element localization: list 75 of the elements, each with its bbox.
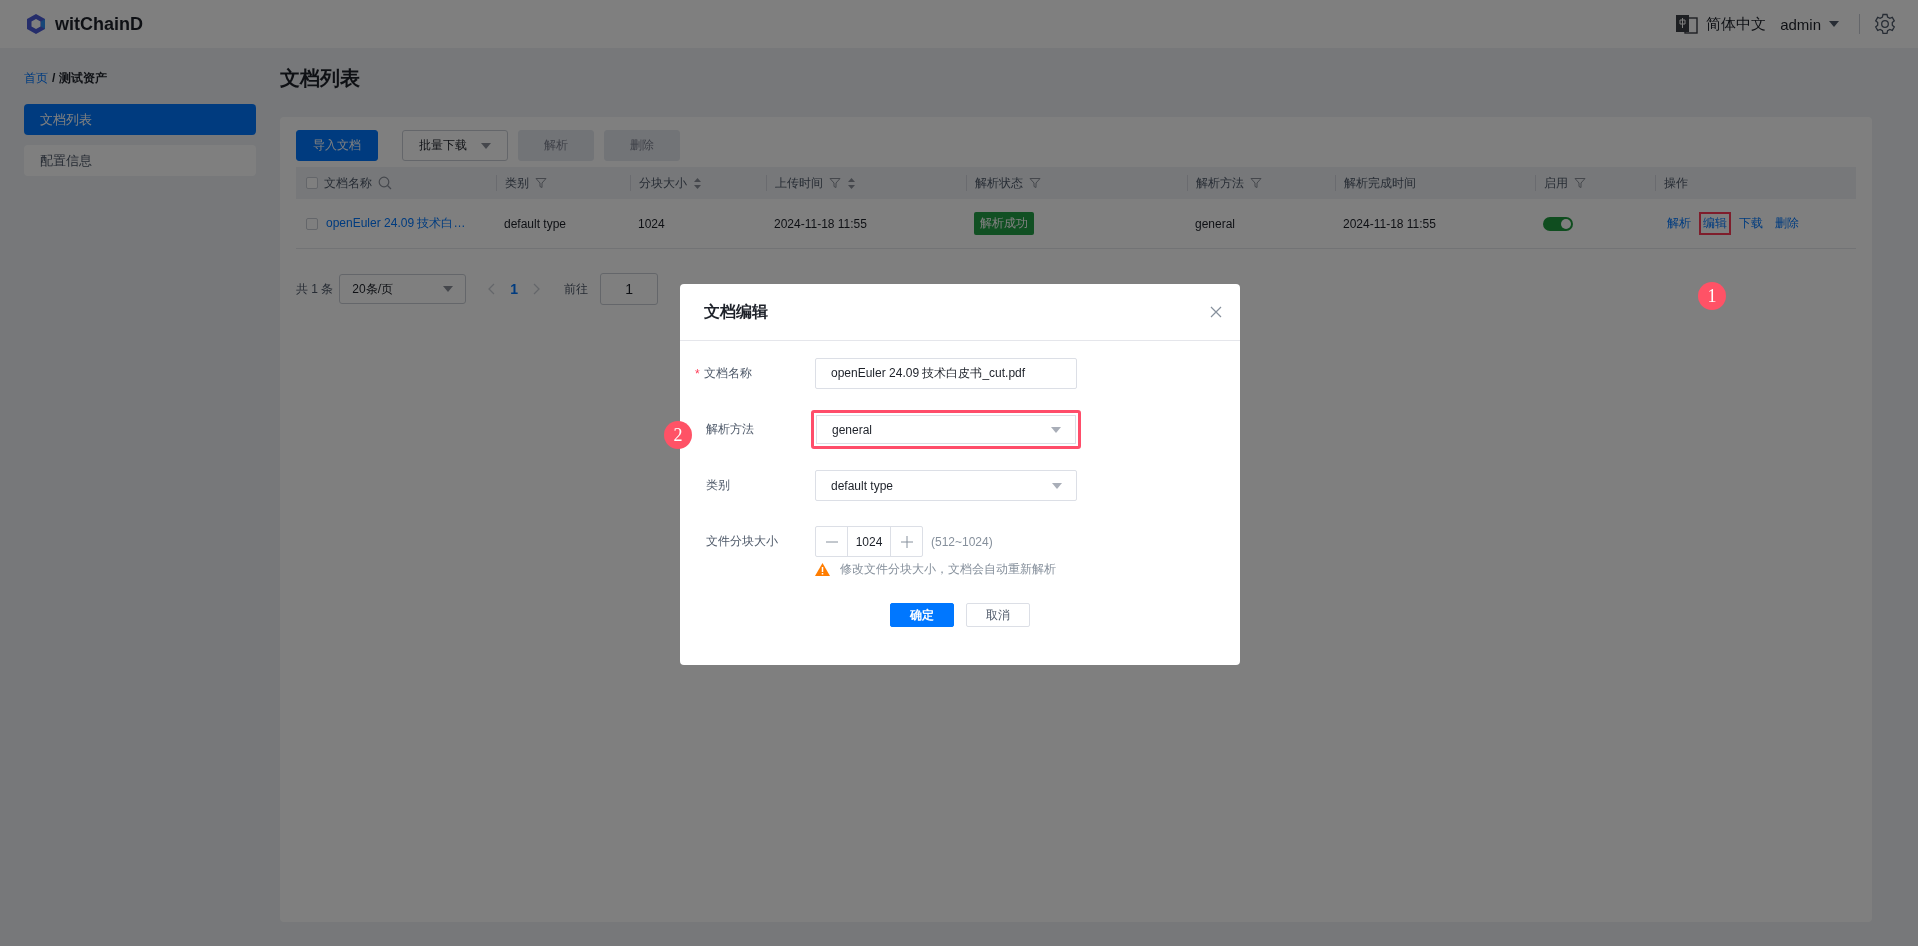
- column-header: 上传时间: [775, 174, 823, 192]
- status-tag: 解析成功: [974, 212, 1034, 235]
- column-header: 操作: [1664, 174, 1688, 192]
- page-size-select[interactable]: 20条/页: [339, 274, 467, 304]
- column-header: 类别: [505, 174, 529, 192]
- caret-icon: [1829, 21, 1839, 27]
- sort-icon[interactable]: [693, 176, 702, 190]
- language-selector[interactable]: 简体中文: [1706, 14, 1767, 34]
- filter-icon[interactable]: [1250, 177, 1262, 189]
- select-field[interactable]: default type: [815, 470, 1077, 501]
- table-cell: 2024-11-18 11:55: [1343, 216, 1436, 231]
- table-cell: 1024: [638, 216, 665, 231]
- cancel-button[interactable]: 取消: [966, 603, 1030, 627]
- table-cell: 2024-11-18 11:55: [774, 216, 867, 231]
- column-header: 解析状态: [975, 174, 1023, 192]
- sort-icon[interactable]: [847, 176, 856, 190]
- action-link[interactable]: 下载: [1735, 212, 1767, 235]
- column-header: 文档名称: [324, 174, 372, 192]
- number-field[interactable]: 1024: [847, 527, 891, 556]
- goto-label: 前往: [564, 280, 589, 298]
- page-number[interactable]: 1: [502, 281, 527, 297]
- filter-icon[interactable]: [535, 177, 547, 189]
- sidebar-item[interactable]: 文档列表: [24, 104, 256, 135]
- field-label: 文档名称: [703, 365, 752, 382]
- action-link[interactable]: 编辑: [1699, 212, 1731, 235]
- table-cell: general: [1195, 216, 1236, 231]
- breadcrumb-current: 测试资产: [59, 69, 108, 87]
- close-icon[interactable]: [1210, 306, 1222, 318]
- next-page-icon[interactable]: [532, 283, 541, 295]
- caret-icon: [1052, 482, 1062, 489]
- warning-text: 修改文件分块大小，文档会自动重新解析: [840, 561, 1056, 578]
- checkbox[interactable]: [306, 177, 318, 189]
- import-button[interactable]: 导入文档: [296, 130, 378, 161]
- name-field[interactable]: openEuler 24.09 技术白皮书_cut.pdf: [815, 358, 1077, 389]
- checkbox[interactable]: [306, 217, 318, 230]
- total-count: 共 1 条: [296, 280, 334, 298]
- filter-icon[interactable]: [1574, 177, 1586, 189]
- search-icon[interactable]: [378, 176, 392, 190]
- toggle-switch[interactable]: [1543, 216, 1573, 231]
- prev-page-icon[interactable]: [488, 283, 497, 295]
- action-link[interactable]: 解析: [1663, 212, 1695, 235]
- select-field[interactable]: general: [811, 410, 1081, 449]
- column-header: 解析方法: [1196, 174, 1244, 192]
- page-input[interactable]: 1: [600, 273, 659, 305]
- page-title: 文档列表: [280, 66, 361, 90]
- confirm-button[interactable]: 确定: [890, 603, 954, 627]
- settings-icon[interactable]: [1874, 13, 1896, 35]
- caret-icon: [443, 286, 454, 292]
- column-header: 解析完成时间: [1344, 174, 1416, 192]
- breadcrumb-link[interactable]: 首页: [24, 69, 48, 87]
- field-label: 文件分块大小: [706, 533, 778, 550]
- sidebar-item[interactable]: 配置信息: [24, 145, 256, 176]
- field-label: 解析方法: [706, 421, 754, 438]
- required-mark: *: [695, 366, 700, 381]
- filter-icon[interactable]: [1029, 177, 1041, 189]
- dialog-title: 文档编辑: [704, 301, 768, 322]
- column-header: 分块大小: [639, 174, 687, 192]
- range-hint: (512~1024): [931, 534, 993, 549]
- document-link[interactable]: openEuler 24.09 技术白…: [326, 215, 466, 232]
- breadcrumb-separator: /: [52, 71, 56, 85]
- action-link[interactable]: 删除: [1771, 212, 1803, 235]
- caret-icon: [481, 142, 491, 149]
- plus-icon: [900, 535, 913, 548]
- field-label: 类别: [706, 477, 730, 494]
- user-menu[interactable]: admin: [1780, 15, 1821, 33]
- table-cell: default type: [504, 216, 567, 231]
- warning-icon: [815, 563, 830, 576]
- column-header: 启用: [1544, 174, 1568, 192]
- logo-icon: [25, 13, 47, 35]
- filter-icon[interactable]: [829, 177, 841, 189]
- language-icon[interactable]: [1676, 14, 1699, 34]
- dropdown-button[interactable]: 批量下载: [402, 130, 508, 161]
- minus-icon: [825, 540, 838, 543]
- app-name: witChainD: [55, 13, 143, 35]
- caret-icon: [1051, 426, 1061, 433]
